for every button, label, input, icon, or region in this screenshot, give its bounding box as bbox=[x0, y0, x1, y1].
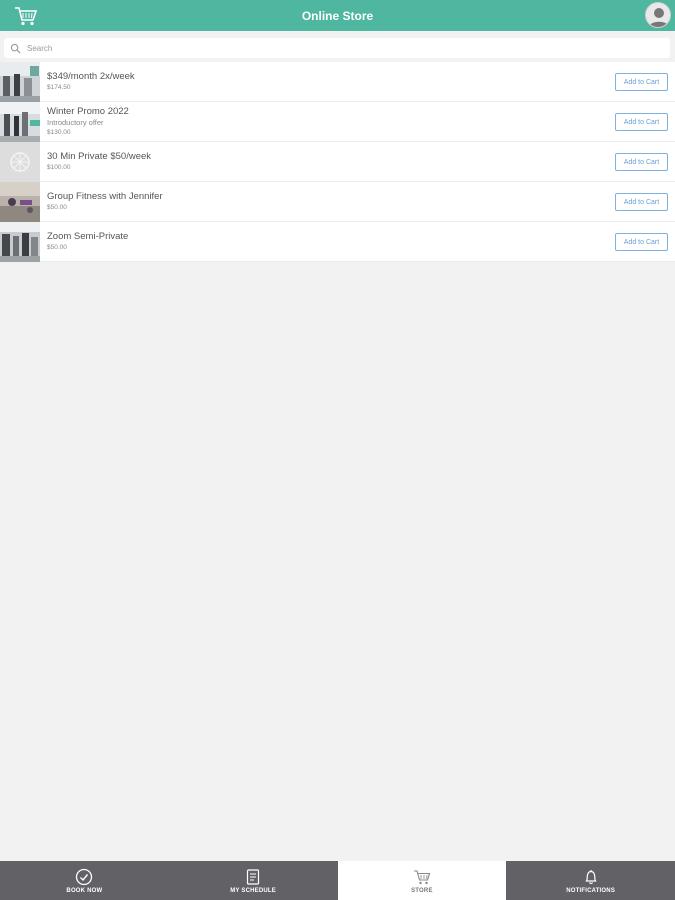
user-avatar-icon[interactable] bbox=[645, 2, 671, 28]
page-title: Online Store bbox=[301, 8, 374, 23]
product-info: 30 Min Private $50/week $100.00 bbox=[40, 142, 151, 181]
shopping-cart-icon[interactable] bbox=[14, 5, 38, 27]
product-thumbnail bbox=[0, 222, 40, 262]
product-info: $349/month 2x/week $174.50 bbox=[40, 62, 135, 101]
tab-store[interactable]: STORE bbox=[337, 861, 507, 900]
product-price: $130.00 bbox=[47, 128, 71, 136]
product-price: $174.50 bbox=[47, 83, 71, 91]
tab-label: STORE bbox=[411, 887, 433, 894]
add-to-cart-button[interactable]: Add to Cart bbox=[615, 233, 668, 251]
product-thumbnail bbox=[0, 62, 40, 102]
product-description: Introductory offer bbox=[47, 117, 104, 127]
add-to-cart-button[interactable]: Add to Cart bbox=[615, 193, 668, 211]
product-thumbnail bbox=[0, 182, 40, 222]
product-name: Zoom Semi-Private bbox=[47, 230, 129, 242]
product-price: $100.00 bbox=[47, 163, 71, 171]
product-name: $349/month 2x/week bbox=[47, 70, 135, 82]
search-box[interactable] bbox=[4, 38, 670, 58]
search-input[interactable] bbox=[27, 43, 627, 53]
product-list: $349/month 2x/week $174.50 Add to Cart W… bbox=[0, 62, 675, 262]
product-price: $50.00 bbox=[47, 243, 67, 251]
search-icon bbox=[10, 43, 21, 54]
product-info: Group Fitness with Jennifer $50.00 bbox=[40, 182, 163, 221]
product-info: Zoom Semi-Private $50.00 bbox=[40, 222, 128, 261]
tab-book-now[interactable]: BOOK NOW bbox=[0, 861, 169, 900]
product-row[interactable]: Winter Promo 2022 Introductory offer $13… bbox=[0, 102, 675, 142]
add-to-cart-button[interactable]: Add to Cart bbox=[615, 113, 668, 131]
tab-label: BOOK NOW bbox=[66, 887, 103, 894]
check-circle-icon bbox=[76, 868, 93, 885]
shopping-cart-icon bbox=[413, 869, 431, 884]
product-thumbnail bbox=[0, 142, 40, 182]
tab-notifications[interactable]: NOTIFICATIONS bbox=[506, 861, 675, 900]
product-row[interactable]: Group Fitness with Jennifer $50.00 Add t… bbox=[0, 182, 675, 222]
product-row[interactable]: 30 Min Private $50/week $100.00 Add to C… bbox=[0, 142, 675, 182]
product-name: Group Fitness with Jennifer bbox=[47, 190, 163, 202]
calendar-icon bbox=[247, 868, 260, 885]
product-thumbnail bbox=[0, 102, 40, 142]
add-to-cart-button[interactable]: Add to Cart bbox=[615, 153, 668, 171]
tab-label: NOTIFICATIONS bbox=[566, 887, 616, 894]
bell-icon bbox=[585, 869, 597, 884]
product-price: $50.00 bbox=[47, 203, 67, 211]
product-name: Winter Promo 2022 bbox=[47, 105, 129, 117]
app-header: Online Store bbox=[0, 0, 675, 31]
product-row[interactable]: $349/month 2x/week $174.50 Add to Cart bbox=[0, 62, 675, 102]
product-name: 30 Min Private $50/week bbox=[47, 150, 152, 162]
add-to-cart-button[interactable]: Add to Cart bbox=[615, 73, 668, 91]
tab-my-schedule[interactable]: MY SCHEDULE bbox=[168, 861, 338, 900]
bottom-navigation: BOOK NOW MY SCHEDULE STORE NOTIFICATIONS bbox=[0, 861, 675, 900]
tab-label: MY SCHEDULE bbox=[230, 887, 276, 894]
search-bar bbox=[0, 31, 675, 62]
product-info: Winter Promo 2022 Introductory offer $13… bbox=[40, 102, 129, 141]
product-row[interactable]: Zoom Semi-Private $50.00 Add to Cart bbox=[0, 222, 675, 262]
